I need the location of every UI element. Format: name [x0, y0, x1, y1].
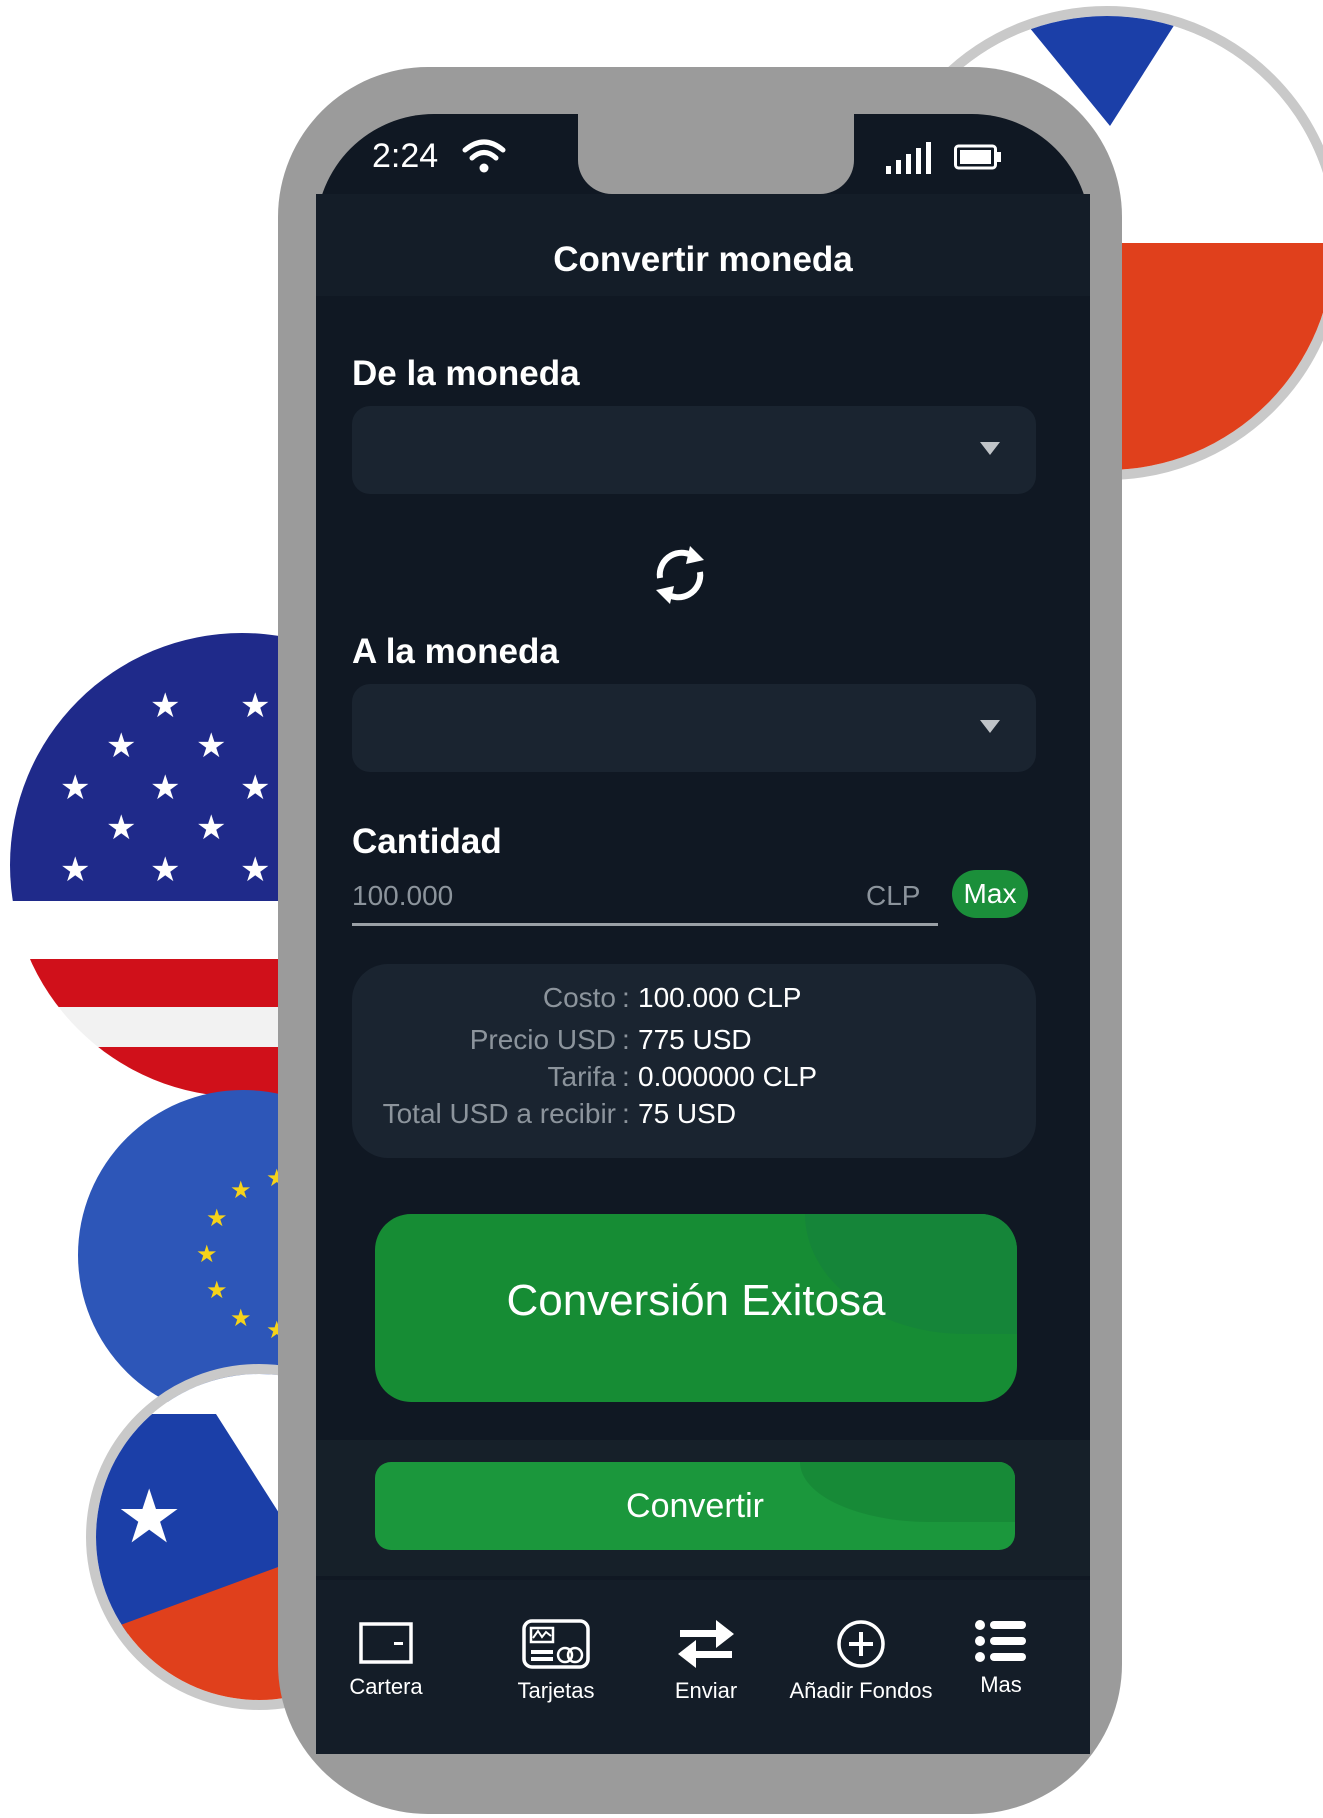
success-message: Conversión Exitosa — [506, 1276, 886, 1325]
wifi-icon — [462, 138, 506, 179]
svg-text:★: ★ — [206, 1276, 228, 1304]
svg-text:★: ★ — [106, 808, 136, 848]
wallet-icon — [359, 1622, 413, 1664]
svg-text:★: ★ — [196, 1240, 218, 1268]
signal-icon — [884, 142, 934, 181]
summary-key: Total USD a recibir — [382, 1098, 616, 1129]
svg-text:★: ★ — [230, 1304, 252, 1332]
plus-circle-icon — [837, 1620, 885, 1668]
svg-text:★: ★ — [60, 768, 90, 808]
status-time: 2:24 — [372, 137, 439, 175]
nav-item-anadir-fondos[interactable]: Añadir Fondos — [786, 1618, 936, 1704]
from-currency-select[interactable] — [352, 406, 1036, 494]
summary-colon: : — [622, 1024, 630, 1055]
success-toast: Conversión Exitosa — [375, 1214, 1017, 1402]
amount-label: Cantidad — [352, 822, 502, 861]
swap-currencies-icon[interactable] — [646, 538, 714, 617]
svg-text:★: ★ — [206, 1204, 228, 1232]
from-currency-label: De la moneda — [352, 354, 580, 393]
card-icon — [522, 1619, 590, 1669]
amount-currency: CLP — [866, 880, 921, 911]
svg-text:★: ★ — [150, 686, 180, 726]
chevron-down-icon — [980, 720, 1000, 733]
nav-label: Enviar — [674, 1678, 738, 1703]
phone-notch — [578, 110, 854, 194]
svg-text:★: ★ — [196, 808, 226, 848]
transfer-arrows-icon — [678, 1620, 734, 1668]
summary-colon: : — [622, 1098, 630, 1129]
svg-text:★: ★ — [106, 726, 136, 766]
nav-item-tarjetas[interactable]: Tarjetas — [481, 1618, 631, 1704]
nav-label: Tarjetas — [517, 1678, 595, 1703]
svg-text:★: ★ — [60, 850, 90, 890]
to-currency-select[interactable] — [352, 684, 1036, 772]
nav-label: Cartera — [349, 1674, 423, 1699]
svg-text:★: ★ — [230, 1176, 252, 1204]
summary-value: 75 USD — [638, 1098, 737, 1129]
nav-item-cartera[interactable]: Cartera — [311, 1618, 461, 1700]
svg-text:★: ★ — [150, 768, 180, 808]
summary-key: Tarifa — [547, 1061, 616, 1092]
summary-colon: : — [622, 982, 630, 1013]
amount-underline — [352, 923, 938, 926]
battery-icon — [954, 144, 1002, 175]
svg-text:★: ★ — [240, 850, 270, 890]
svg-text:★: ★ — [150, 850, 180, 890]
menu-list-icon — [975, 1620, 1026, 1662]
summary-value: 0.000000 CLP — [638, 1061, 818, 1092]
summary-colon: : — [622, 1061, 630, 1092]
amount-input[interactable]: 100.000 — [352, 880, 453, 912]
svg-text:★: ★ — [240, 686, 270, 726]
nav-item-enviar[interactable]: Enviar — [631, 1618, 781, 1704]
svg-text:★: ★ — [116, 1474, 182, 1560]
nav-item-mas[interactable]: Mas — [926, 1618, 1076, 1698]
page-title: Convertir moneda — [553, 240, 853, 279]
chevron-down-icon — [980, 442, 1000, 455]
nav-label: Añadir Fondos — [789, 1678, 933, 1703]
to-currency-label: A la moneda — [352, 632, 559, 671]
nav-label: Mas — [980, 1672, 1022, 1697]
summary-key: Costo — [542, 982, 616, 1013]
svg-text:★: ★ — [196, 726, 226, 766]
summary-value: 775 USD — [638, 1024, 752, 1055]
max-button[interactable]: Max — [952, 870, 1028, 918]
convert-button-label: Convertir — [626, 1487, 764, 1525]
summary-value: 100.000 CLP — [638, 982, 802, 1013]
summary-key: Precio USD — [469, 1024, 616, 1055]
convert-button[interactable]: Convertir — [375, 1462, 1015, 1550]
svg-text:★: ★ — [240, 768, 270, 808]
